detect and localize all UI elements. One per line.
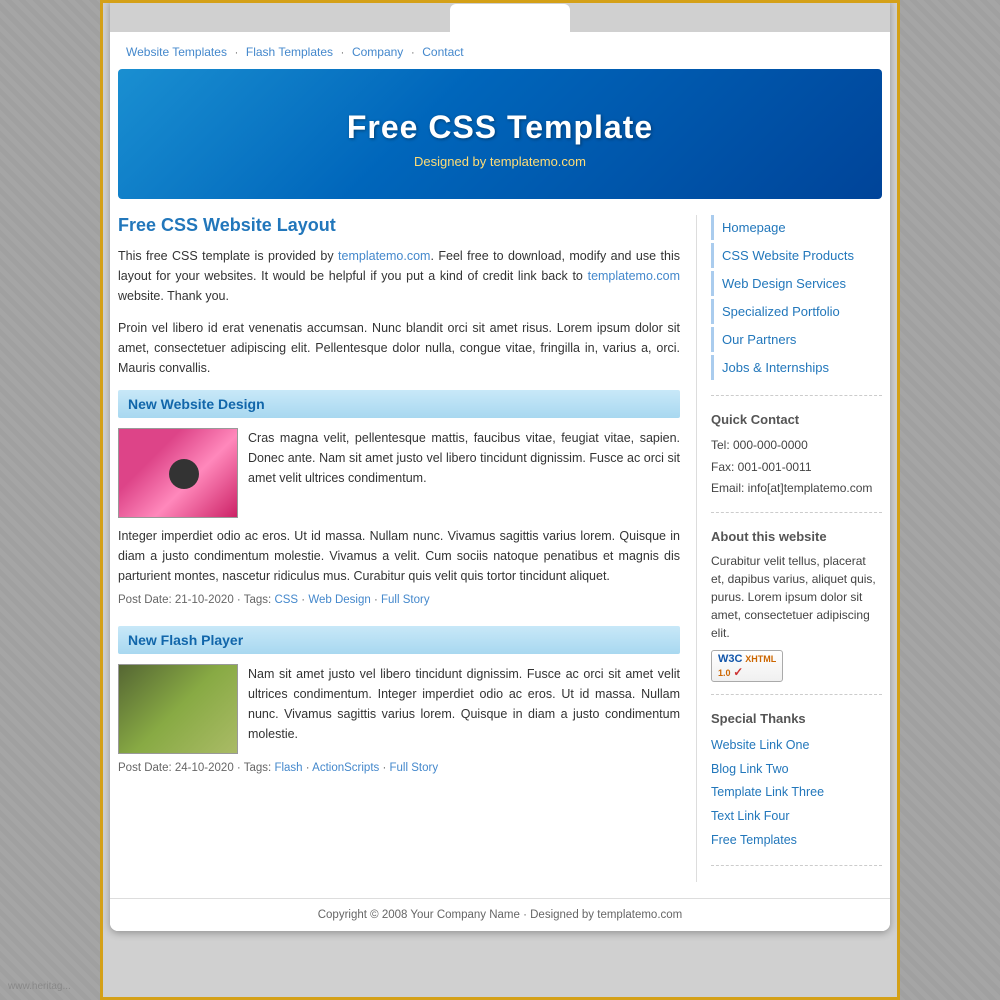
- contact-email: Email: info[at]templatemo.com: [711, 478, 882, 500]
- article-1-header: New Website Design: [118, 390, 680, 418]
- quick-contact-heading: Quick Contact: [711, 412, 882, 427]
- article-2-text-short: Nam sit amet justo vel libero tincidunt …: [248, 664, 680, 754]
- special-link-3[interactable]: Template Link Three: [711, 781, 882, 805]
- header-banner: Free CSS Template Designed by templatemo…: [118, 69, 882, 199]
- nav-link-flash-templates[interactable]: Flash Templates: [246, 45, 333, 59]
- w3c-badge: W3C XHTML1.0 ✓: [711, 650, 783, 682]
- article-1-text-long: Integer imperdiet odio ac eros. Ut id ma…: [118, 526, 680, 586]
- watermark: www.heritag...: [8, 981, 71, 992]
- article-1-image: [118, 428, 238, 518]
- nav-link-company[interactable]: Company: [352, 45, 403, 59]
- special-link-4[interactable]: Text Link Four: [711, 805, 882, 829]
- sidebar-item-portfolio[interactable]: Specialized Portfolio: [711, 299, 882, 324]
- article-2-tag-actionscripts[interactable]: ActionScripts: [312, 762, 379, 774]
- article-2-meta: Post Date: 24-10-2020 · Tags: Flash · Ac…: [118, 762, 680, 774]
- nav-sep-2: ·: [341, 47, 345, 59]
- intro-paragraph-2: Proin vel libero id erat venenatis accum…: [118, 318, 680, 378]
- article-1-tag-webdesign[interactable]: Web Design: [308, 594, 370, 606]
- sidebar-item-homepage[interactable]: Homepage: [711, 215, 882, 240]
- quick-contact-section: Quick Contact Tel: 000-000-0000 Fax: 001…: [711, 412, 882, 513]
- nav-link-contact[interactable]: Contact: [422, 45, 463, 59]
- main-heading: Free CSS Website Layout: [118, 215, 680, 236]
- article-1: New Website Design Cras magna velit, pel…: [118, 390, 680, 606]
- about-text: Curabitur velit tellus, placerat et, dap…: [711, 552, 882, 642]
- footer: Copyright © 2008 Your Company Name · Des…: [110, 898, 890, 931]
- templatemo-link-1[interactable]: templatemo.com: [338, 249, 430, 263]
- about-heading: About this website: [711, 529, 882, 544]
- article-2-tag-flash[interactable]: Flash: [274, 762, 302, 774]
- article-2-image: [118, 664, 238, 754]
- article-1-fullstory[interactable]: Full Story: [381, 594, 430, 606]
- sidebar: Homepage CSS Website Products Web Design…: [697, 215, 882, 882]
- special-thanks-section: Special Thanks Website Link One Blog Lin…: [711, 711, 882, 866]
- footer-text: Copyright © 2008 Your Company Name · Des…: [318, 909, 683, 921]
- article-1-tag-css[interactable]: CSS: [274, 594, 298, 606]
- contact-fax: Fax: 001-001-0011: [711, 457, 882, 479]
- article-1-text-short: Cras magna velit, pellentesque mattis, f…: [248, 428, 680, 518]
- nav-sep-1: ·: [235, 47, 239, 59]
- templatemo-link-2[interactable]: templatemo.com: [588, 269, 680, 283]
- site-title: Free CSS Template: [138, 109, 862, 146]
- sidebar-nav: Homepage CSS Website Products Web Design…: [711, 215, 882, 396]
- sidebar-item-partners[interactable]: Our Partners: [711, 327, 882, 352]
- special-link-5[interactable]: Free Templates: [711, 829, 882, 853]
- nav-link-website-templates[interactable]: Website Templates: [126, 45, 227, 59]
- article-1-meta: Post Date: 21-10-2020 · Tags: CSS · Web …: [118, 594, 680, 606]
- main-content: Free CSS Website Layout This free CSS te…: [118, 215, 697, 882]
- special-thanks-heading: Special Thanks: [711, 711, 882, 726]
- special-link-2[interactable]: Blog Link Two: [711, 758, 882, 782]
- sidebar-item-css-products[interactable]: CSS Website Products: [711, 243, 882, 268]
- sidebar-item-jobs[interactable]: Jobs & Internships: [711, 355, 882, 380]
- article-2-header: New Flash Player: [118, 626, 680, 654]
- sidebar-item-web-design[interactable]: Web Design Services: [711, 271, 882, 296]
- nav-sep-3: ·: [411, 47, 415, 59]
- intro-paragraph-1: This free CSS template is provided by te…: [118, 246, 680, 306]
- article-2-fullstory[interactable]: Full Story: [390, 762, 439, 774]
- special-link-1[interactable]: Website Link One: [711, 734, 882, 758]
- article-2: New Flash Player Nam sit amet justo vel …: [118, 626, 680, 774]
- site-subtitle: Designed by templatemo.com: [138, 154, 862, 169]
- top-nav: Website Templates · Flash Templates · Co…: [110, 32, 890, 69]
- about-section: About this website Curabitur velit tellu…: [711, 529, 882, 695]
- quick-contact-info: Tel: 000-000-0000 Fax: 001-001-0011 Emai…: [711, 435, 882, 500]
- special-thanks-links: Website Link One Blog Link Two Template …: [711, 734, 882, 853]
- contact-tel: Tel: 000-000-0000: [711, 435, 882, 457]
